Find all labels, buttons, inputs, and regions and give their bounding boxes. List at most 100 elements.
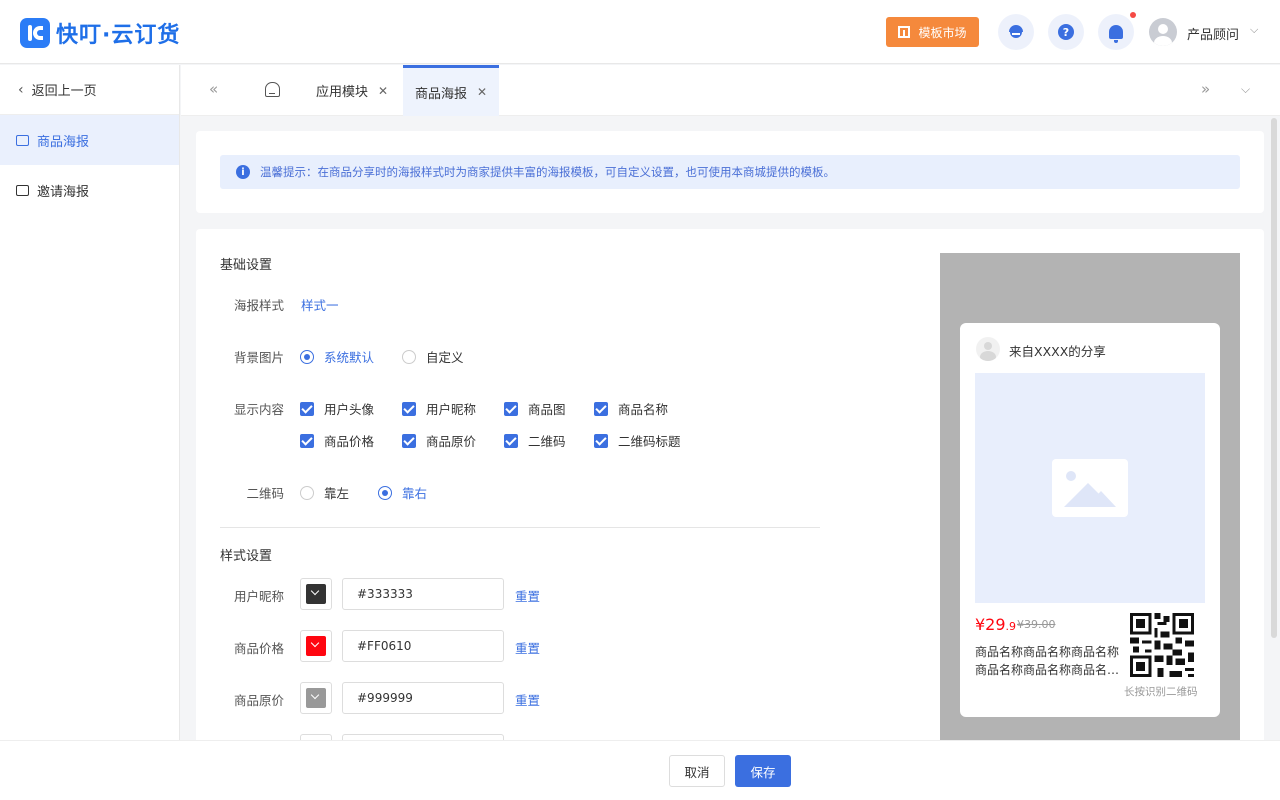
checkbox[interactable] — [300, 401, 314, 416]
checkbox[interactable] — [594, 433, 608, 448]
action-footer: 取消 保存 — [0, 740, 1280, 800]
bag-icon — [16, 134, 29, 146]
option-label: 用户头像 — [324, 402, 375, 417]
qr-code-icon — [1130, 613, 1194, 677]
sidebar-item-invite-poster[interactable]: 邀请海报 — [0, 165, 179, 215]
chevron-down-icon[interactable]: ⌵ — [1241, 82, 1250, 97]
display-option[interactable]: 用户头像 — [300, 399, 374, 418]
color-row-label: 商品原价 — [233, 693, 284, 708]
option-label: 靠右 — [402, 486, 428, 501]
color-swatch — [306, 636, 326, 656]
chevron-left-icon: ‹ — [18, 81, 24, 98]
color-picker[interactable] — [300, 578, 332, 610]
save-button[interactable]: 保存 — [735, 755, 791, 787]
color-input[interactable]: #999999 — [342, 682, 504, 714]
option-label: 系统默认 — [324, 350, 375, 365]
bell-icon — [1109, 25, 1123, 43]
checkbox[interactable] — [300, 433, 314, 448]
color-input[interactable]: #FF0610 — [342, 630, 504, 662]
poster-preview: 来自XXXX的分享 ¥29.9 ¥39.00 商品名称商品名称商品名称 商品名称… — [960, 323, 1220, 717]
display-option[interactable]: 商品价格 — [300, 431, 374, 450]
template-icon — [898, 26, 911, 38]
tab-label: 商品海报 — [415, 86, 468, 102]
option-label: 用户昵称 — [426, 402, 477, 417]
basic-settings-title: 基础设置 — [220, 258, 273, 273]
qr-position-label: 二维码 — [246, 486, 284, 501]
option-label: 商品图 — [528, 402, 566, 417]
notification-button[interactable] — [1098, 14, 1134, 50]
help-button[interactable]: ? — [1048, 14, 1084, 50]
display-option[interactable]: 用户昵称 — [402, 399, 476, 418]
back-label: 返回上一页 — [31, 84, 97, 99]
sidebar-item-product-poster[interactable]: 商品海报 — [0, 115, 179, 165]
color-picker[interactable] — [300, 682, 332, 714]
scroll-left-icon[interactable]: « — [209, 80, 218, 98]
display-option[interactable]: 二维码标题 — [594, 431, 681, 450]
option-label: 二维码标题 — [618, 434, 681, 449]
close-icon[interactable]: ✕ — [477, 85, 487, 99]
sidebar: ‹ 返回上一页 商品海报 邀请海报 — [0, 65, 180, 800]
page-scrollbar[interactable] — [1271, 118, 1277, 638]
user-avatar[interactable] — [1149, 18, 1177, 46]
chevron-down-icon[interactable]: ⌵ — [1250, 23, 1258, 37]
home-icon[interactable] — [265, 82, 280, 97]
radio-checked[interactable] — [300, 349, 314, 364]
radio-unchecked[interactable] — [402, 349, 416, 364]
poster-style-link[interactable]: 样式一 — [301, 295, 339, 314]
reset-link[interactable]: 重置 — [515, 638, 540, 657]
back-button[interactable]: ‹ 返回上一页 — [0, 65, 179, 115]
checkbox[interactable] — [594, 401, 608, 416]
display-content-label: 显示内容 — [233, 402, 284, 417]
brand-name: 快叮·云订货 — [56, 23, 181, 48]
display-option[interactable]: 商品名称 — [594, 399, 668, 418]
color-swatch — [306, 584, 326, 604]
checkbox[interactable] — [504, 433, 518, 448]
cancel-button[interactable]: 取消 — [669, 755, 725, 787]
settings-card: 基础设置 海报样式 样式一 背景图片 系统默认 自定义 显示内容 用户头像 用户… — [196, 229, 1264, 749]
help-icon: ? — [1058, 24, 1074, 40]
brand-logo[interactable]: 快叮·云订货 — [20, 17, 180, 49]
product-image-placeholder — [975, 373, 1205, 603]
display-option[interactable]: 商品原价 — [402, 431, 476, 450]
scroll-right-icon[interactable]: » — [1201, 80, 1210, 98]
tab-product-poster[interactable]: 商品海报 ✕ — [403, 65, 500, 116]
template-market-button[interactable]: 模板市场 — [886, 17, 979, 47]
color-input[interactable]: #333333 — [342, 578, 504, 610]
original-price: ¥39.00 — [1017, 618, 1056, 631]
checkbox[interactable] — [504, 401, 518, 416]
close-icon[interactable]: ✕ — [378, 84, 388, 98]
option-label: 靠左 — [324, 486, 350, 501]
checkbox[interactable] — [402, 401, 416, 416]
bg-option-default[interactable]: 系统默认 — [300, 347, 374, 366]
notification-badge — [1130, 12, 1136, 18]
color-picker[interactable] — [300, 630, 332, 662]
bg-option-custom[interactable]: 自定义 — [402, 347, 464, 366]
color-row-label: 用户昵称 — [233, 589, 284, 604]
image-icon — [16, 184, 29, 196]
tab-bar: « 应用模块 ✕ 商品海报 ✕ » ⌵ — [181, 65, 1280, 116]
color-row-label: 商品价格 — [233, 641, 284, 656]
tip-text: 温馨提示：在商品分享时的海报样式时为商家提供丰富的海报模板，可自定义设置，也可使… — [260, 165, 835, 179]
logo-icon — [20, 18, 50, 48]
color-swatch — [306, 688, 326, 708]
display-option[interactable]: 二维码 — [504, 431, 566, 450]
radio-unchecked[interactable] — [300, 485, 314, 500]
qr-option-left[interactable]: 靠左 — [300, 483, 349, 502]
display-option[interactable]: 商品图 — [504, 399, 566, 418]
customer-service-button[interactable] — [998, 14, 1034, 50]
reset-link[interactable]: 重置 — [515, 586, 540, 605]
qr-caption: 长按识别二维码 — [1124, 686, 1198, 698]
tip-banner: i 温馨提示：在商品分享时的海报样式时为商家提供丰富的海报模板，可自定义设置，也… — [220, 155, 1240, 189]
user-name[interactable]: 产品顾问 — [1187, 24, 1239, 43]
poster-style-label: 海报样式 — [233, 298, 284, 313]
radio-checked[interactable] — [378, 485, 392, 500]
tab-app-module[interactable]: 应用模块 ✕ — [304, 65, 400, 116]
qr-option-right[interactable]: 靠右 — [378, 483, 427, 502]
user-avatar-placeholder — [976, 337, 1000, 361]
checkbox[interactable] — [402, 433, 416, 448]
top-bar: 快叮·云订货 模板市场 ? 产品顾问 ⌵ — [0, 0, 1280, 64]
product-name: 商品名称商品名称商品名称 商品名称商品名称商品名称商品名称 — [975, 645, 1123, 677]
option-label: 商品原价 — [426, 434, 477, 449]
reset-link[interactable]: 重置 — [515, 690, 540, 709]
option-label: 商品名称 — [618, 402, 669, 417]
